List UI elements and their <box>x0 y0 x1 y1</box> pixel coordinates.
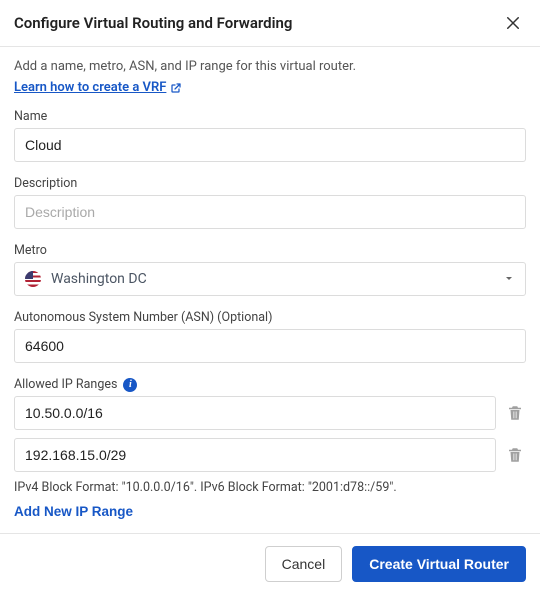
ip-range-row <box>14 438 526 472</box>
modal-title: Configure Virtual Routing and Forwarding <box>14 14 292 32</box>
us-flag-icon <box>25 271 41 287</box>
ip-range-input[interactable] <box>14 438 496 472</box>
name-label: Name <box>14 109 526 124</box>
delete-ip-range-button[interactable] <box>504 401 526 425</box>
vrf-config-modal: Configure Virtual Routing and Forwarding… <box>0 0 540 594</box>
ip-format-hint: IPv4 Block Format: "10.0.0.0/16". IPv6 B… <box>14 480 526 495</box>
modal-footer: Cancel Create Virtual Router <box>0 533 540 594</box>
description-group: Description <box>14 176 526 229</box>
close-button[interactable] <box>500 10 526 36</box>
ip-range-row <box>14 396 526 430</box>
external-link-icon <box>170 82 182 94</box>
trash-icon <box>506 403 524 423</box>
ip-ranges-group: Allowed IP Ranges i IPv4 Block Format: "… <box>14 377 526 521</box>
name-group: Name <box>14 109 526 162</box>
name-input[interactable] <box>14 128 526 162</box>
learn-vrf-link-text: Learn how to create a VRF <box>14 80 166 95</box>
intro-text: Add a name, metro, ASN, and IP range for… <box>14 59 526 74</box>
delete-ip-range-button[interactable] <box>504 443 526 467</box>
asn-label: Autonomous System Number (ASN) (Optional… <box>14 310 526 325</box>
cancel-button[interactable]: Cancel <box>265 546 343 582</box>
modal-header: Configure Virtual Routing and Forwarding <box>0 0 540 47</box>
metro-selected-value: Washington DC <box>51 271 515 287</box>
close-icon <box>504 14 522 32</box>
ip-range-input[interactable] <box>14 396 496 430</box>
trash-icon <box>506 445 524 465</box>
info-icon[interactable]: i <box>123 378 137 392</box>
description-input[interactable] <box>14 195 526 229</box>
asn-input[interactable] <box>14 329 526 363</box>
metro-group: Metro Washington DC <box>14 243 526 296</box>
chevron-down-icon <box>503 270 515 289</box>
description-label: Description <box>14 176 526 191</box>
add-ip-range-button[interactable]: Add New IP Range <box>14 502 133 521</box>
metro-label: Metro <box>14 243 526 258</box>
modal-content: Add a name, metro, ASN, and IP range for… <box>0 47 540 533</box>
asn-group: Autonomous System Number (ASN) (Optional… <box>14 310 526 363</box>
learn-vrf-link[interactable]: Learn how to create a VRF <box>14 80 182 95</box>
ip-ranges-label: Allowed IP Ranges <box>14 377 117 392</box>
metro-select[interactable]: Washington DC <box>14 262 526 296</box>
create-virtual-router-button[interactable]: Create Virtual Router <box>352 546 526 582</box>
